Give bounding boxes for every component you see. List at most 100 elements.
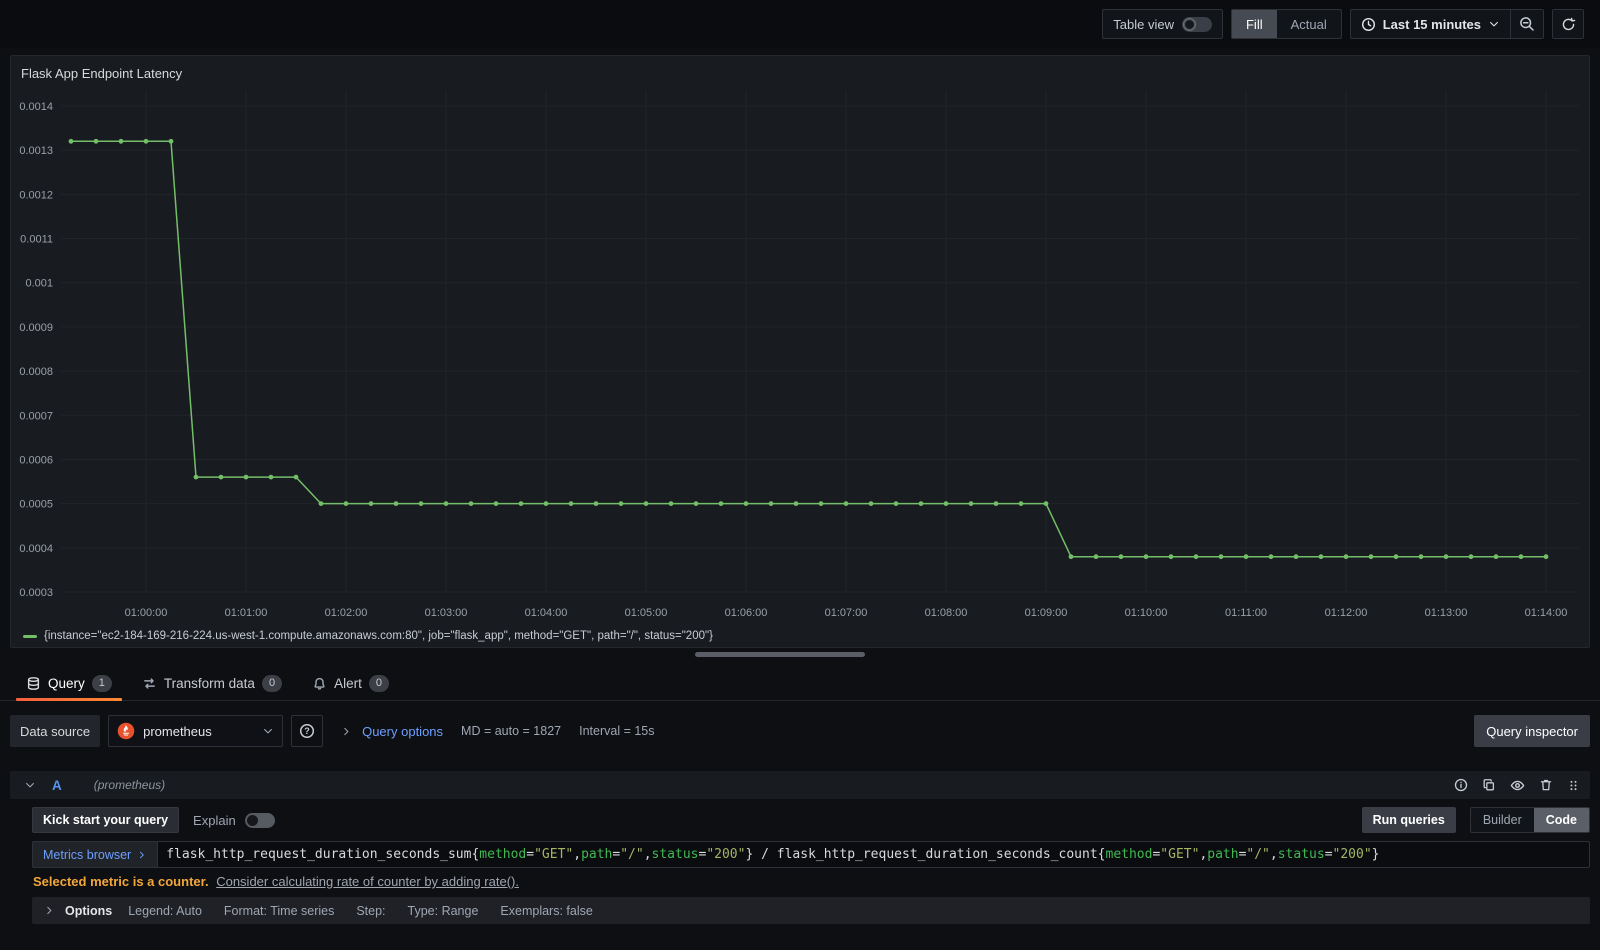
query-token: "200": [706, 847, 746, 862]
query-token: =: [698, 847, 707, 862]
tab-transform-label: Transform data: [163, 675, 255, 691]
datasource-help-button[interactable]: ?: [291, 715, 324, 747]
svg-text:01:13:00: 01:13:00: [1425, 607, 1468, 619]
chart-legend: {instance="ec2-184-169-216-224.us-west-1…: [11, 627, 1589, 645]
query-token: ,: [573, 847, 582, 862]
chevron-down-icon: [1488, 18, 1500, 30]
svg-text:01:11:00: 01:11:00: [1225, 607, 1267, 619]
run-queries-button[interactable]: Run queries: [1361, 807, 1456, 833]
fill-button[interactable]: Fill: [1231, 10, 1277, 38]
fill-actual-group: Fill Actual: [1230, 9, 1342, 39]
drag-query-handle[interactable]: [1567, 779, 1580, 792]
timeseries-panel: Flask App Endpoint Latency 0.0014 0.0013 0…: [10, 55, 1590, 648]
angle-right-icon: [137, 850, 147, 860]
code-mode-button[interactable]: Code: [1533, 808, 1589, 832]
panel-title: Flask App Endpoint Latency: [21, 65, 183, 81]
panel-resize-handle[interactable]: [695, 652, 865, 657]
query-options: Query options MD = auto = 1827 Interval …: [341, 724, 655, 739]
warning-rate-link[interactable]: Consider calculating rate of counter by …: [216, 874, 519, 889]
tab-alert[interactable]: Alert 0: [300, 666, 401, 700]
tab-transform-data[interactable]: Transform data 0: [130, 666, 294, 700]
svg-text:01:05:00: 01:05:00: [625, 607, 668, 619]
warning-text: Selected metric is a counter.: [33, 874, 209, 889]
zoom-out-icon: [1519, 16, 1535, 32]
latency-chart[interactable]: 0.0014 0.0013 0.0012 0.0011 0.001 0.0009 0.000…: [11, 86, 1589, 627]
angle-right-icon: [44, 905, 55, 916]
metrics-browser-label: Metrics browser: [43, 847, 132, 862]
tab-query[interactable]: Query 1: [14, 666, 124, 701]
transform-icon: [142, 676, 157, 691]
editor-tabs: Query 1 Transform data 0 Alert 0: [0, 666, 1600, 701]
svg-text:01:06:00: 01:06:00: [725, 607, 768, 619]
query-token: path: [581, 847, 613, 862]
svg-text:01:01:00: 01:01:00: [225, 607, 268, 619]
query-code-row: Metrics browser flask_http_request_durat…: [32, 841, 1590, 868]
query-token: "/": [1246, 847, 1270, 862]
refresh-icon: [1561, 17, 1576, 32]
database-icon: [26, 676, 41, 691]
refresh-button[interactable]: [1552, 9, 1584, 39]
option-stat: Exemplars: false: [500, 903, 593, 918]
option-stat: Format: Time series: [223, 903, 335, 918]
svg-text:0.0012: 0.0012: [19, 189, 53, 201]
info-circle-icon: [1454, 778, 1468, 792]
builder-mode-button[interactable]: Builder: [1471, 808, 1534, 832]
query-token: flask_http_request_duration_seconds_coun…: [776, 847, 1098, 862]
promql-query-input[interactable]: flask_http_request_duration_seconds_sum{…: [157, 841, 1590, 868]
options-collapse-row[interactable]: Options Legend: Auto Format: Time series S…: [32, 897, 1590, 924]
query-token: status: [1277, 847, 1325, 862]
query-ref-id: A: [52, 777, 62, 793]
delete-query-button[interactable]: [1539, 778, 1553, 792]
collapse-chevron-icon[interactable]: [24, 779, 36, 791]
interval-stat: Interval = 15s: [579, 724, 655, 738]
svg-text:01:02:00: 01:02:00: [325, 607, 368, 619]
query-token: ,: [1269, 847, 1278, 862]
actual-button[interactable]: Actual: [1277, 10, 1341, 38]
query-options-link[interactable]: Query options: [362, 724, 443, 739]
series-legend-label[interactable]: {instance="ec2-184-169-216-224.us-west-1…: [44, 630, 713, 642]
metrics-browser-button[interactable]: Metrics browser: [32, 841, 158, 868]
eye-icon: [1510, 778, 1525, 793]
datasource-value: prometheus: [143, 723, 212, 739]
query-token: method: [1105, 847, 1153, 862]
clock-icon: [1361, 17, 1376, 32]
time-range-picker[interactable]: Last 15 minutes: [1351, 10, 1510, 38]
query-inspector-button[interactable]: Query inspector: [1474, 715, 1590, 747]
query-token: method: [479, 847, 527, 862]
zoom-out-button[interactable]: [1511, 10, 1543, 38]
svg-text:0.0013: 0.0013: [19, 145, 53, 157]
counter-warning: Selected metric is a counter. Consider c…: [32, 874, 1590, 889]
query-help-button[interactable]: [1454, 778, 1468, 792]
tab-transform-count-badge: 0: [261, 674, 283, 692]
table-view-switch[interactable]: [1181, 16, 1212, 32]
query-token: }: [1371, 847, 1380, 862]
svg-text:01:14:00: 01:14:00: [1525, 607, 1568, 619]
options-summary: Legend: Auto Format: Time series Step: Type…: [128, 904, 593, 918]
datasource-select[interactable]: prometheus: [108, 715, 284, 747]
svg-text:0.0005: 0.0005: [19, 499, 53, 511]
top-toolbar: Table view Fill Actual Last 15 minutes: [0, 0, 1600, 48]
svg-text:01:07:00: 01:07:00: [825, 607, 868, 619]
tab-query-count-badge: 1: [91, 674, 112, 692]
svg-text:0.0009: 0.0009: [19, 322, 53, 334]
query-row-header[interactable]: A (prometheus): [10, 771, 1590, 799]
svg-text:0.0008: 0.0008: [19, 366, 53, 378]
bell-icon: [312, 676, 327, 691]
query-token: "/": [620, 847, 644, 862]
series-color-swatch: [23, 634, 37, 638]
query-token: =: [1324, 847, 1333, 862]
trash-icon: [1539, 778, 1553, 792]
kick-start-query-button[interactable]: Kick start your query: [32, 807, 180, 833]
hide-query-button[interactable]: [1510, 778, 1525, 793]
svg-text:01:03:00: 01:03:00: [425, 607, 468, 619]
duplicate-query-button[interactable]: [1482, 778, 1496, 792]
table-view-toggle-group: Table view: [1102, 9, 1223, 39]
query-token: /: [753, 847, 777, 862]
query-token: "200": [1332, 847, 1372, 862]
explain-switch[interactable]: [244, 812, 275, 828]
option-stat: Type: Range: [407, 903, 479, 918]
options-label: Options: [65, 903, 113, 918]
query-token: flask_http_request_duration_seconds_sum: [166, 847, 472, 862]
query-token: ,: [1199, 847, 1208, 862]
query-editor-section: A (prometheus) Kick start your query Exp…: [10, 771, 1590, 924]
